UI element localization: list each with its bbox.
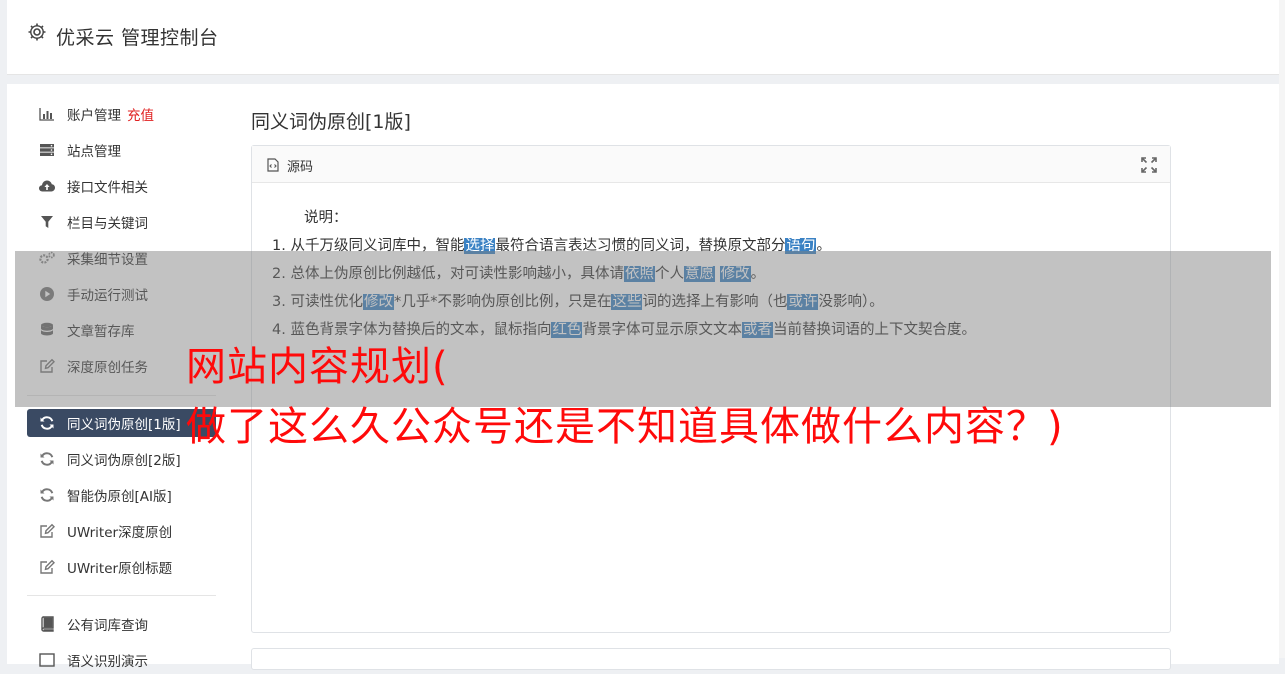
refresh-icon bbox=[38, 415, 56, 431]
book-icon bbox=[38, 616, 56, 632]
sidebar-item-label: 栏目与关键词 bbox=[67, 216, 148, 232]
sidebar-item-3[interactable]: 接口文件相关 bbox=[27, 172, 216, 200]
sidebar-item-2[interactable]: 站点管理 bbox=[27, 136, 216, 164]
description-heading: 说明： bbox=[304, 210, 348, 226]
sidebar-item-4[interactable]: 栏目与关键词 bbox=[27, 208, 216, 236]
sidebar-item-label: 接口文件相关 bbox=[67, 180, 148, 196]
sidebar-item-1[interactable]: 账户管理 充值 bbox=[27, 100, 216, 128]
edit-icon bbox=[38, 559, 56, 575]
sidebar-item-label: 站点管理 bbox=[67, 144, 121, 160]
page-scrollbar[interactable] bbox=[1279, 0, 1285, 658]
sidebar-item-label: 语义识别演示 bbox=[67, 654, 148, 670]
overlay-title-line2: 做了这么久公众号还是不知道具体做什么内容？) bbox=[186, 404, 1064, 450]
top-header: 优采云 管理控制台 bbox=[7, 0, 1279, 75]
refresh-icon bbox=[38, 451, 56, 467]
refresh-icon bbox=[38, 487, 56, 503]
list-icon bbox=[38, 652, 56, 668]
console-title: 优采云 管理控制台 bbox=[56, 27, 219, 49]
page-title: 同义词伪原创[1版] bbox=[251, 111, 411, 133]
sidebar-item-label: 同义词伪原创[1版] bbox=[67, 417, 181, 433]
expand-icon[interactable] bbox=[1141, 157, 1157, 173]
card-label: 源码 bbox=[287, 160, 314, 175]
sidebar-divider bbox=[27, 595, 216, 596]
gear-icon[interactable] bbox=[27, 22, 47, 42]
code-file-icon bbox=[267, 158, 279, 172]
sidebar-item-label: UWriter原创标题 bbox=[67, 561, 173, 577]
edit-icon bbox=[38, 523, 56, 539]
recharge-link[interactable]: 充值 bbox=[127, 104, 154, 124]
sidebar-item-label: 同义词伪原创[2版] bbox=[67, 453, 181, 469]
output-card bbox=[251, 648, 1171, 670]
sidebar-item-12[interactable]: UWriter深度原创 bbox=[27, 517, 216, 545]
sidebar-item-label: UWriter深度原创 bbox=[67, 525, 173, 541]
bar-chart-icon bbox=[38, 106, 56, 122]
sidebar-item-label: 公有词库查询 bbox=[67, 618, 148, 634]
card-header: 源码 bbox=[252, 146, 1170, 183]
sidebar-item-13[interactable]: UWriter原创标题 bbox=[27, 553, 216, 581]
sidebar-item-15[interactable]: 语义识别演示 bbox=[27, 646, 216, 674]
overlay-title-line1: 网站内容规划( bbox=[186, 344, 449, 390]
sidebar-item-14[interactable]: 公有词库查询 bbox=[27, 610, 216, 638]
server-icon bbox=[38, 142, 56, 158]
sidebar-item-label: 智能伪原创[AI版] bbox=[67, 489, 172, 505]
sidebar-item-11[interactable]: 智能伪原创[AI版] bbox=[27, 481, 216, 509]
sidebar-item-label: 账户管理 bbox=[67, 108, 121, 124]
filter-icon bbox=[38, 214, 56, 230]
cloud-upload-icon bbox=[38, 178, 56, 194]
